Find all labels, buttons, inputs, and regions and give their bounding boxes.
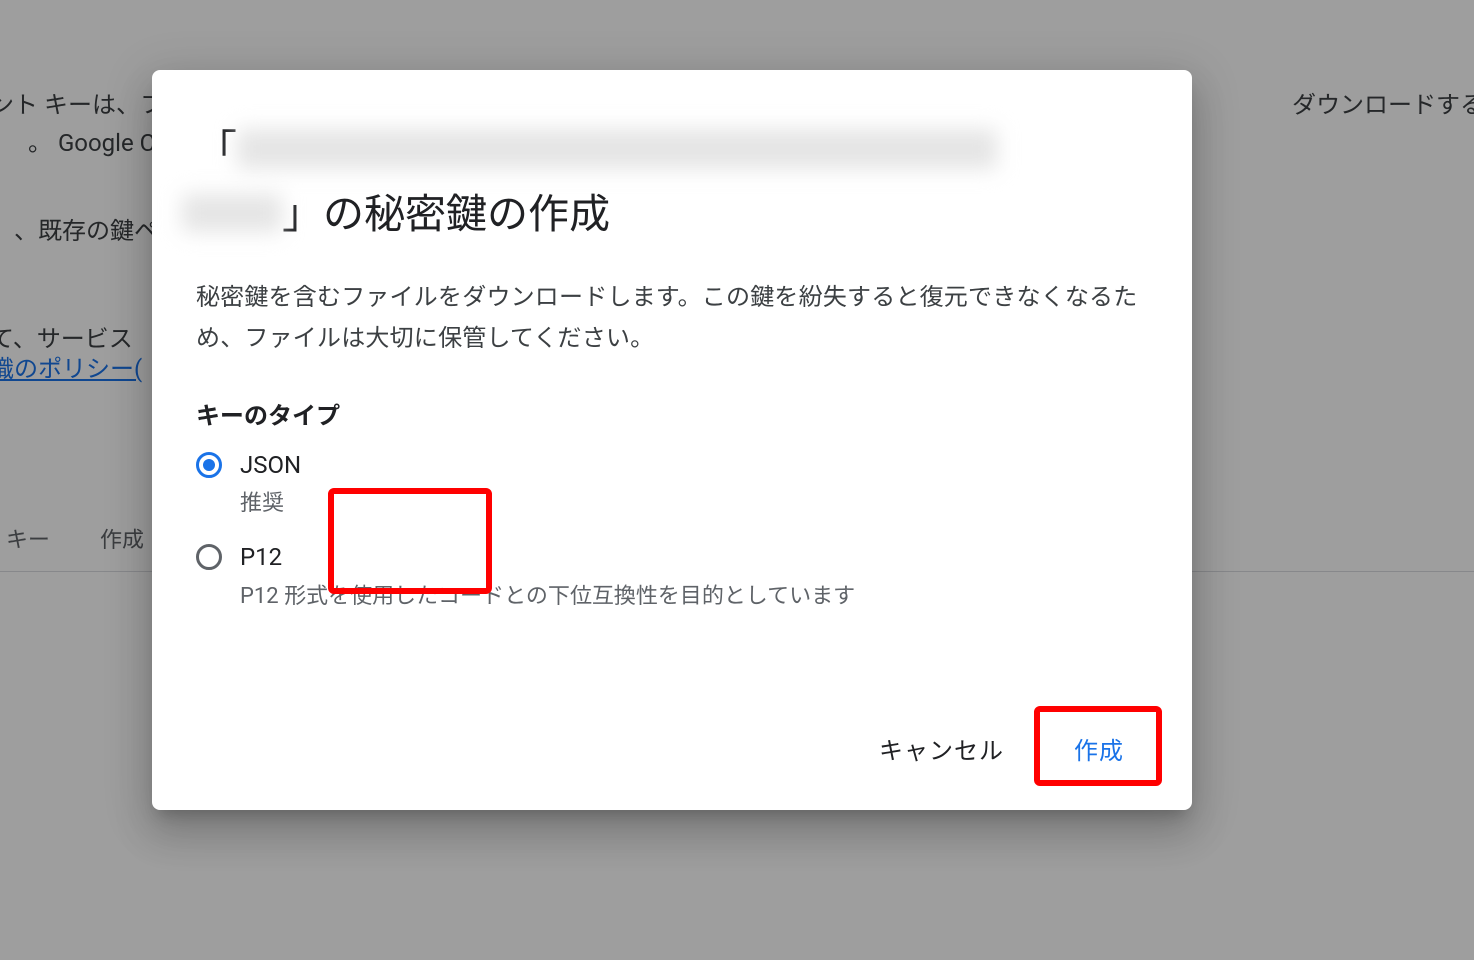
radio-label-p12: P12 (240, 541, 855, 575)
radio-subtitle-p12: P12 形式を使用したコードとの下位互換性を目的としています (240, 579, 855, 614)
dialog-title: 「」の秘密鍵の作成 (196, 120, 1148, 247)
radio-subtitle-json: 推奨 (240, 486, 301, 521)
key-type-label: キーのタイプ (196, 396, 1148, 431)
dialog-actions: キャンセル 作成 (196, 719, 1148, 778)
dialog-description: 秘密鍵を含むファイルをダウンロードします。この鍵を紛失すると復元できなくなるため… (196, 277, 1148, 360)
radio-option-json[interactable]: JSON 推奨 (196, 449, 1148, 522)
redacted-service-account (237, 129, 997, 169)
cancel-button[interactable]: キャンセル (859, 719, 1024, 778)
radio-icon (196, 544, 222, 570)
radio-content: P12 P12 形式を使用したコードとの下位互換性を目的としています (240, 541, 855, 614)
create-button[interactable]: 作成 (1054, 719, 1144, 778)
radio-content: JSON 推奨 (240, 449, 301, 522)
title-suffix: 」の秘密鍵の作成 (282, 191, 610, 239)
title-prefix: 「 (196, 127, 237, 175)
key-type-radio-group: JSON 推奨 P12 P12 形式を使用したコードとの下位互換性を目的としてい… (196, 449, 1148, 635)
redacted-service-account (182, 194, 282, 232)
radio-label-json: JSON (240, 449, 301, 483)
radio-icon (196, 452, 222, 478)
radio-option-p12[interactable]: P12 P12 形式を使用したコードとの下位互換性を目的としています (196, 541, 1148, 614)
create-private-key-dialog: 「」の秘密鍵の作成 秘密鍵を含むファイルをダウンロードします。この鍵を紛失すると… (152, 70, 1192, 810)
